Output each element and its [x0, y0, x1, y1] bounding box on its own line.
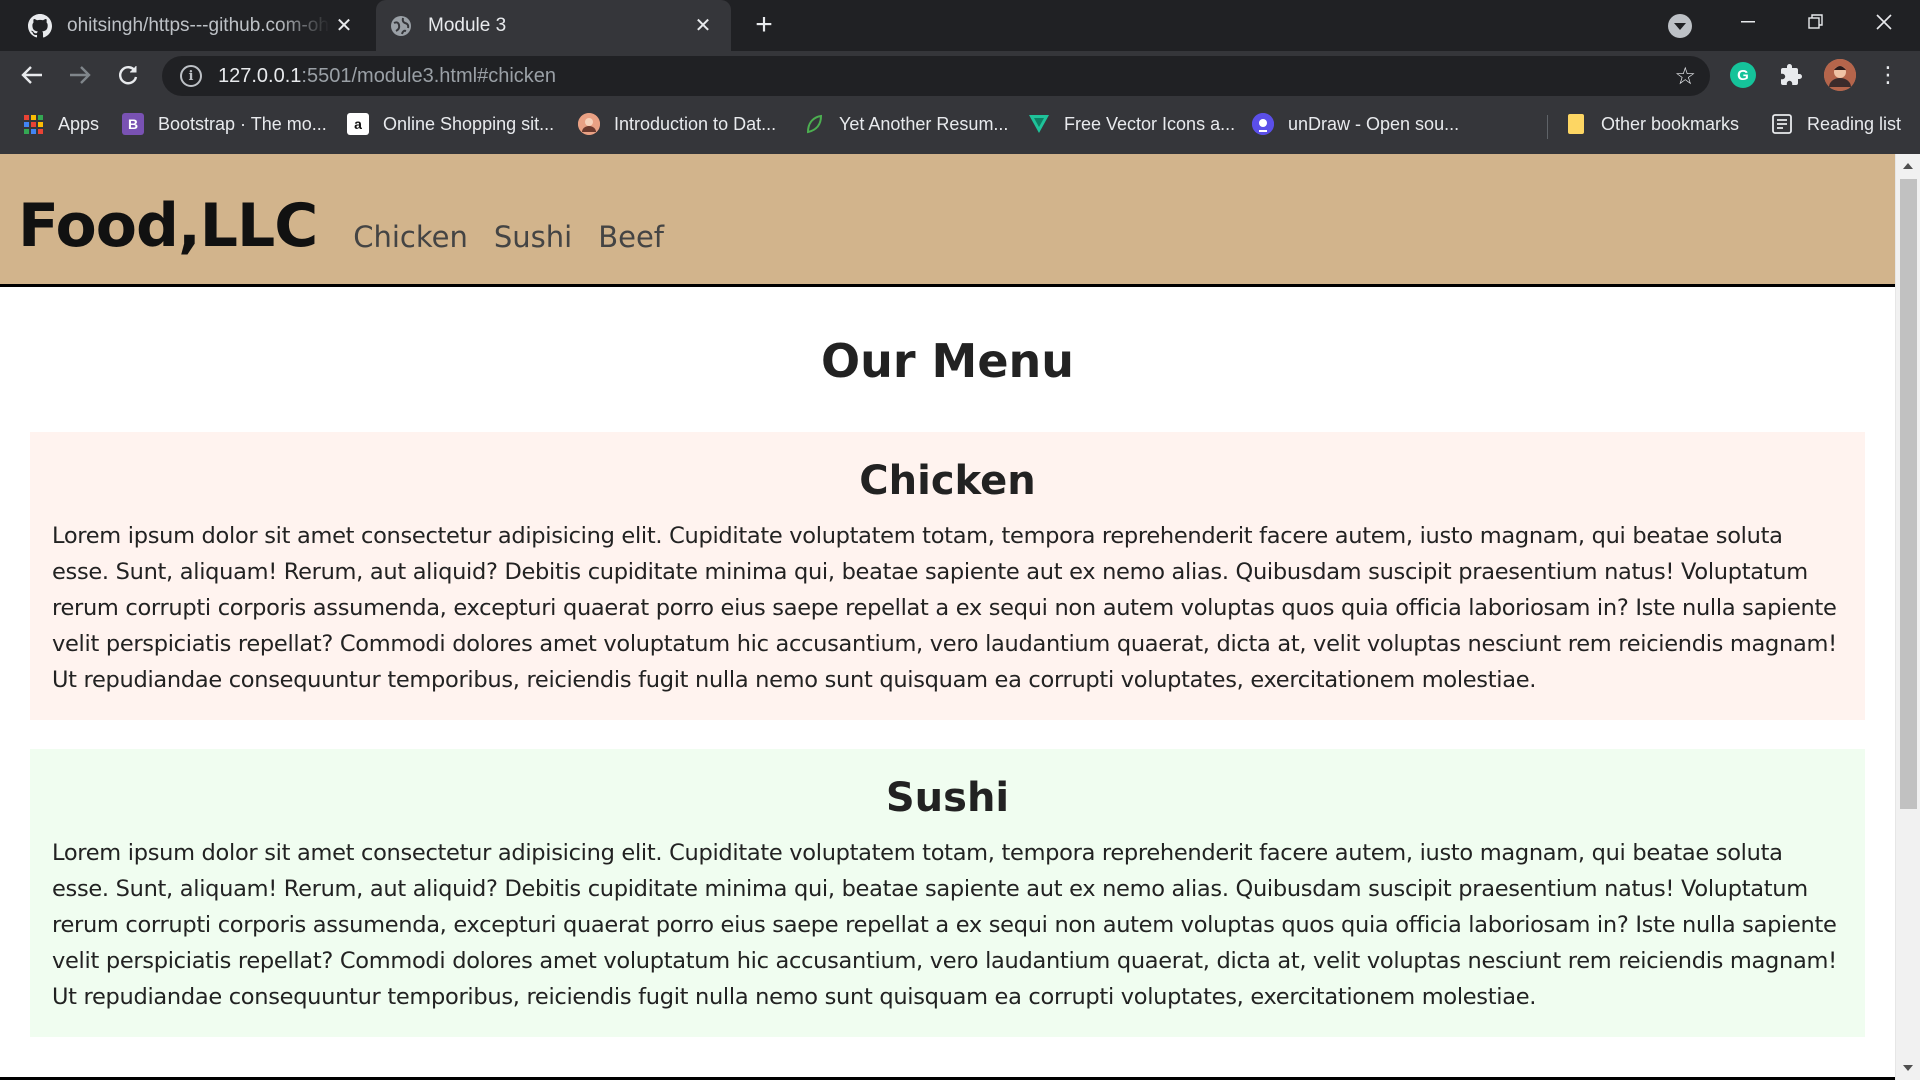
forward-icon[interactable]: [62, 57, 98, 93]
bootstrap-icon: B: [122, 113, 144, 135]
bookmark-resume[interactable]: Yet Another Resum...: [803, 113, 1008, 135]
site-nav: Chicken Sushi Beef: [353, 220, 690, 256]
extensions-icon[interactable]: [1778, 62, 1804, 88]
bookmark-label: Apps: [58, 113, 100, 134]
bookmark-label: Introduction to Dat...: [614, 113, 777, 134]
reading-list-icon: [1771, 113, 1793, 135]
bookmark-bootstrap[interactable]: B Bootstrap · The mo...: [122, 113, 327, 135]
restore-icon[interactable]: [1784, 0, 1848, 44]
page-title: Our Menu: [820, 334, 1075, 388]
avatar-icon: [578, 113, 600, 135]
close-icon[interactable]: ✕: [689, 12, 717, 40]
bookmark-label: Yet Another Resum...: [839, 113, 1009, 134]
section-body: Lorem ipsum dolor sit amet consectetur a…: [52, 523, 1837, 693]
profile-avatar[interactable]: [1824, 59, 1856, 91]
bookmark-amazon[interactable]: a Online Shopping sit...: [347, 113, 554, 135]
section-heading: Sushi: [885, 775, 1010, 821]
browser-toolbar: i 127.0.0.1:5501/module3.html#chicken ☆ …: [0, 51, 1920, 99]
tab-strip: ohitsingh/https---github.com-ohitsingh ✕…: [0, 0, 1920, 51]
tab-github[interactable]: ohitsingh/https---github.com-ohitsingh ✕: [0, 0, 372, 51]
nav-link-sushi[interactable]: Sushi: [494, 220, 572, 254]
leaf-icon: [803, 113, 825, 135]
close-icon[interactable]: ✕: [330, 12, 358, 40]
undraw-icon: [1252, 113, 1274, 135]
minimize-icon[interactable]: [1716, 0, 1780, 44]
scroll-up-arrow-icon[interactable]: [1903, 163, 1913, 169]
apps-grid-icon: [22, 113, 44, 135]
vertical-scrollbar[interactable]: [1895, 154, 1920, 1080]
nav-link-chicken[interactable]: Chicken: [353, 220, 468, 254]
page-viewport: Food,LLC Chicken Sushi Beef Our Menu Chi…: [0, 154, 1920, 1080]
bookmark-vector-icons[interactable]: Free Vector Icons a...: [1028, 113, 1235, 135]
section-body: Lorem ipsum dolor sit amet consectetur a…: [52, 840, 1837, 1010]
tab-title: Module 3: [428, 14, 507, 36]
grammarly-icon[interactable]: G: [1730, 62, 1756, 88]
tab-module-3[interactable]: Module 3 ✕: [376, 0, 731, 51]
bookmark-other[interactable]: Other bookmarks: [1565, 113, 1739, 135]
bookmark-label: Bootstrap · The mo...: [158, 113, 327, 134]
bookmark-undraw[interactable]: unDraw - Open sou...: [1252, 113, 1459, 135]
bookmarks-divider: [1547, 115, 1548, 139]
menu-section-chicken: Chicken Lorem ipsum dolor sit amet conse…: [30, 432, 1865, 720]
info-icon[interactable]: i: [180, 65, 202, 87]
bookmark-intro-data[interactable]: Introduction to Dat...: [578, 113, 776, 135]
bookmarks-bar: Apps B Bootstrap · The mo... a Online Sh…: [0, 99, 1920, 154]
bookmark-label: Reading list: [1807, 113, 1902, 134]
section-heading: Chicken: [859, 458, 1036, 504]
site-brand[interactable]: Food,LLC: [18, 196, 318, 256]
scrollbar-thumb[interactable]: [1900, 179, 1917, 809]
bookmark-label: Other bookmarks: [1601, 113, 1740, 134]
tab-search-icon[interactable]: [1668, 14, 1692, 38]
tab-title: ohitsingh/https---github.com-ohitsingh: [67, 14, 330, 36]
bookmark-label: Free Vector Icons a...: [1064, 113, 1236, 134]
bookmark-star-icon[interactable]: ☆: [1674, 62, 1696, 91]
nav-link-beef[interactable]: Beef: [598, 220, 664, 254]
github-icon: [28, 13, 52, 38]
address-bar[interactable]: i 127.0.0.1:5501/module3.html#chicken ☆: [162, 56, 1710, 96]
bookmark-apps[interactable]: Apps: [22, 113, 99, 135]
bookmark-reading-list[interactable]: Reading list: [1771, 113, 1901, 135]
scroll-down-arrow-icon[interactable]: [1903, 1065, 1913, 1071]
menu-kebab-icon[interactable]: ⋮: [1870, 57, 1906, 93]
folder-icon: [1565, 113, 1587, 135]
url-host: 127.0.0.1: [218, 64, 302, 87]
new-tab-button[interactable]: +: [748, 10, 780, 42]
amazon-icon: a: [347, 113, 369, 135]
globe-icon: [389, 14, 413, 38]
site-header: Food,LLC Chicken Sushi Beef: [0, 154, 1895, 287]
vector-icon: [1028, 113, 1050, 135]
window-close-icon[interactable]: [1852, 0, 1916, 44]
bookmark-label: Online Shopping sit...: [383, 113, 555, 134]
reload-icon[interactable]: [110, 57, 146, 93]
menu-section-sushi: Sushi Lorem ipsum dolor sit amet consect…: [30, 749, 1865, 1037]
back-icon[interactable]: [14, 57, 50, 93]
url-path: :5501/module3.html#chicken: [301, 64, 557, 87]
bookmark-label: unDraw - Open sou...: [1288, 113, 1460, 134]
